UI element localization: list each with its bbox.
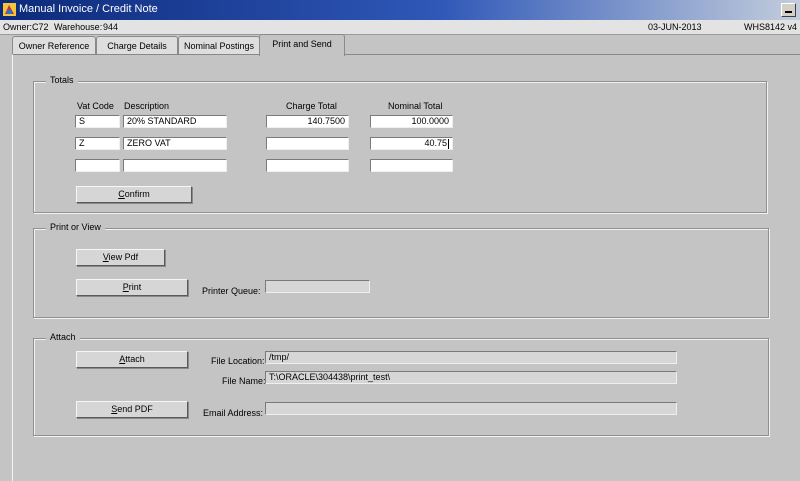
form-version: WHS8142 v4 (744, 22, 798, 32)
nominal-total-field[interactable] (370, 159, 453, 172)
warehouse-value: 944 (103, 22, 119, 32)
window-title: Manual Invoice / Credit Note (19, 3, 158, 15)
send-pdf-button[interactable]: Send PDF (76, 401, 188, 418)
totals-legend: Totals (46, 75, 78, 85)
confirm-label: onfirm (124, 189, 150, 199)
charge-total-field[interactable] (266, 137, 349, 150)
email-address-field[interactable] (265, 402, 677, 415)
file-location-label: File Location: (211, 356, 265, 366)
tab-owner-reference[interactable]: Owner Reference (12, 36, 96, 55)
vat-code-field[interactable]: Z (75, 137, 120, 150)
nominal-total-field[interactable]: 100.0000 (370, 115, 453, 128)
description-field[interactable]: ZERO VAT (123, 137, 227, 150)
tab-nominal-postings[interactable]: Nominal Postings (178, 36, 260, 55)
attach-label: ttach (125, 354, 145, 364)
printer-queue-field[interactable] (265, 280, 370, 293)
tab-charge-details[interactable]: Charge Details (96, 36, 178, 55)
vat-code-field[interactable]: S (75, 115, 120, 128)
print-button[interactable]: Print (76, 279, 188, 296)
attach-button[interactable]: Attach (76, 351, 188, 368)
vat-code-header: Vat Code (77, 101, 114, 111)
title-bar: Manual Invoice / Credit Note (0, 0, 800, 20)
confirm-button[interactable]: Confirm (76, 186, 192, 203)
email-address-label: Email Address: (203, 408, 264, 418)
nominal-total-header: Nominal Total (388, 101, 443, 111)
view-pdf-button[interactable]: View Pdf (76, 249, 165, 266)
description-header: Description (124, 101, 170, 111)
file-name-label: File Name: (222, 376, 266, 386)
printer-queue-label: Printer Queue: (202, 286, 261, 296)
nominal-total-field[interactable]: 40.75 (370, 137, 453, 150)
text-cursor (448, 138, 449, 149)
app-icon (3, 3, 16, 16)
minimize-button[interactable] (781, 3, 796, 17)
nominal-total-value: 40.75 (424, 138, 447, 148)
description-field[interactable] (123, 159, 227, 172)
print-or-view-legend: Print or View (46, 222, 105, 232)
file-name-field[interactable]: T:\ORACLE\304438\print_test\ (265, 371, 677, 384)
description-field[interactable]: 20% STANDARD (123, 115, 227, 128)
charge-total-field[interactable] (266, 159, 349, 172)
view-pdf-label: iew Pdf (108, 252, 139, 262)
charge-total-header: Charge Total (286, 101, 337, 111)
print-label: rint (128, 282, 142, 292)
file-location-field[interactable]: /tmp/ (265, 351, 677, 364)
attach-legend: Attach (46, 332, 80, 342)
date-value: 03-JUN-2013 (648, 22, 702, 32)
warehouse-label: Warehouse: (54, 22, 103, 32)
print-or-view-group: Print or View (33, 222, 769, 318)
owner-value: C72 (32, 22, 49, 32)
owner-label: Owner: (3, 22, 33, 32)
send-pdf-label: end PDF (117, 404, 153, 414)
context-bar: Owner: C72 Warehouse: 944 03-JUN-2013 WH… (0, 20, 800, 35)
charge-total-field[interactable]: 140.7500 (266, 115, 349, 128)
tab-print-and-send[interactable]: Print and Send (259, 34, 345, 56)
vat-code-field[interactable] (75, 159, 120, 172)
